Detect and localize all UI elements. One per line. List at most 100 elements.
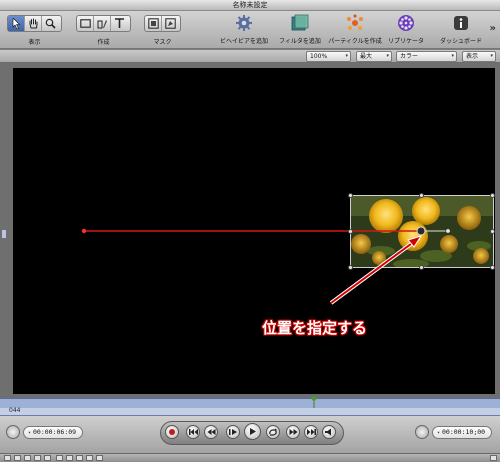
- dashboard-label: ダッシュボード: [439, 38, 482, 45]
- channels-dropdown[interactable]: カラー ▾: [396, 51, 457, 62]
- zoom-tool-button[interactable]: [42, 16, 59, 31]
- dashboard-button[interactable]: ダッシュボード: [438, 13, 484, 45]
- mini-timeline[interactable]: [0, 397, 500, 409]
- add-filter-label: フィルタを追加: [279, 38, 321, 45]
- replicator-button[interactable]: リプリケータ: [386, 13, 426, 45]
- zoom-dropdown[interactable]: 100% ▾: [306, 51, 351, 62]
- make-particles-label: パーティクルを作成: [328, 38, 382, 45]
- transform-handle-bottom-right[interactable]: [490, 265, 495, 270]
- transform-handle-right[interactable]: [490, 229, 495, 234]
- transform-handle-bottom-left[interactable]: [348, 265, 353, 270]
- arrow-pointer-icon: [12, 18, 20, 29]
- mask-tools-group: [144, 15, 181, 32]
- chevron-down-icon: ▾: [345, 53, 348, 59]
- replicator-label: リプリケータ: [387, 38, 424, 45]
- add-behavior-button[interactable]: ビヘイビアを追加: [218, 13, 270, 45]
- status-button[interactable]: [76, 455, 83, 461]
- status-button[interactable]: [24, 455, 31, 461]
- loop-icon: [269, 428, 277, 436]
- status-button[interactable]: [34, 455, 41, 461]
- make-particles-button[interactable]: パーティクルを作成: [327, 13, 383, 45]
- create-group-label: 作成: [97, 39, 110, 46]
- status-button[interactable]: [66, 455, 73, 461]
- bezier-mask-icon: [165, 18, 176, 29]
- mask-group-label: マスク: [153, 39, 172, 46]
- add-behavior-label: ビヘイビアを追加: [219, 38, 268, 45]
- skip-to-start-icon: [188, 429, 198, 435]
- rectangle-mask-button[interactable]: [145, 16, 162, 31]
- text-t-icon: [115, 18, 124, 28]
- current-timecode: 00:00:06:09: [33, 428, 77, 436]
- status-button[interactable]: [44, 455, 51, 461]
- toolbar-overflow-button[interactable]: »: [490, 23, 496, 34]
- text-tool-button[interactable]: [111, 16, 128, 31]
- select-tool-button[interactable]: [8, 16, 25, 31]
- flower-image-layer[interactable]: [350, 195, 494, 268]
- flower-photo: [351, 196, 493, 267]
- window-titlebar: 名称未設定: [0, 0, 500, 11]
- view-dropdown[interactable]: 表示 ▾: [462, 51, 496, 62]
- chevron-down-icon: ▾: [451, 53, 454, 59]
- go-to-start-button[interactable]: [186, 425, 200, 439]
- go-to-end-button[interactable]: [304, 425, 318, 439]
- current-time-jog-icon[interactable]: [6, 425, 20, 439]
- record-button[interactable]: [165, 425, 179, 439]
- rewind-icon: [207, 429, 215, 435]
- play-button[interactable]: [244, 423, 261, 440]
- resolution-dropdown[interactable]: 最大 ▾: [356, 51, 392, 62]
- channels-value: カラー: [400, 53, 419, 60]
- toolbar: 表示 作成 マスク ビヘイビアを追加 フィルタを追加 パーティクルを作成 リプリ…: [0, 11, 500, 49]
- pen-icon: [97, 20, 107, 29]
- record-icon: [169, 429, 175, 435]
- view-tools-group: [7, 15, 62, 32]
- duration-timecode-field[interactable]: ▾ 00:00:10;00: [432, 426, 492, 439]
- canvas-options-bar: 100% ▾ 最大 ▾ カラー ▾ 表示 ▾: [0, 50, 500, 63]
- current-frame-number: 044: [9, 407, 21, 414]
- play-from-start-button[interactable]: [226, 425, 240, 439]
- pan-tool-button[interactable]: [25, 16, 42, 31]
- bezier-mask-button[interactable]: [162, 16, 179, 31]
- rectangle-tool-button[interactable]: [77, 16, 94, 31]
- status-button[interactable]: [14, 455, 21, 461]
- filter-icon: [290, 13, 310, 33]
- transform-handle-bottom[interactable]: [419, 265, 424, 270]
- audio-button[interactable]: [322, 425, 336, 439]
- transform-handle-top-right[interactable]: [490, 193, 495, 198]
- play-from-start-icon: [228, 429, 237, 435]
- play-icon: [250, 428, 256, 435]
- next-frame-button[interactable]: [286, 425, 300, 439]
- chevron-down-icon: ▾: [386, 53, 389, 59]
- transport-bar: ▾ 00:00:06:09 ▾ 00:00:10;00: [0, 416, 500, 453]
- previous-frame-button[interactable]: [204, 425, 218, 439]
- position-callout-label: 位置を指定する: [262, 319, 368, 337]
- status-button[interactable]: [86, 455, 93, 461]
- bezier-tool-button[interactable]: [94, 16, 111, 31]
- create-tools-group: [76, 15, 131, 32]
- window-title: 名称未設定: [232, 1, 268, 9]
- status-button[interactable]: [4, 455, 11, 461]
- info-icon: [451, 13, 471, 33]
- replicator-icon: [396, 13, 416, 33]
- transform-handle-top[interactable]: [419, 193, 424, 198]
- status-button[interactable]: [96, 455, 103, 461]
- transform-handle-left[interactable]: [348, 229, 353, 234]
- fast-forward-icon: [289, 429, 297, 435]
- duration-jog-icon[interactable]: [415, 425, 429, 439]
- view-group-label: 表示: [28, 39, 41, 46]
- current-timecode-field[interactable]: ▾ 00:00:06:09: [23, 426, 83, 439]
- magnifier-icon: [45, 18, 56, 29]
- speaker-icon: [324, 428, 331, 436]
- resize-grip[interactable]: [490, 455, 497, 461]
- timeline-ruler: [0, 408, 500, 416]
- zoom-value: 100%: [310, 53, 328, 60]
- status-bar: [0, 453, 500, 462]
- chevron-down-icon: ▾: [28, 430, 32, 436]
- loop-button[interactable]: [266, 425, 280, 439]
- panel-resize-handle[interactable]: [2, 230, 6, 238]
- particles-icon: [345, 13, 365, 33]
- add-filter-button[interactable]: フィルタを追加: [276, 13, 324, 45]
- status-button[interactable]: [56, 455, 63, 461]
- transform-handle-top-left[interactable]: [348, 193, 353, 198]
- view-value: 表示: [466, 53, 479, 60]
- chevron-down-icon: ▾: [490, 53, 493, 59]
